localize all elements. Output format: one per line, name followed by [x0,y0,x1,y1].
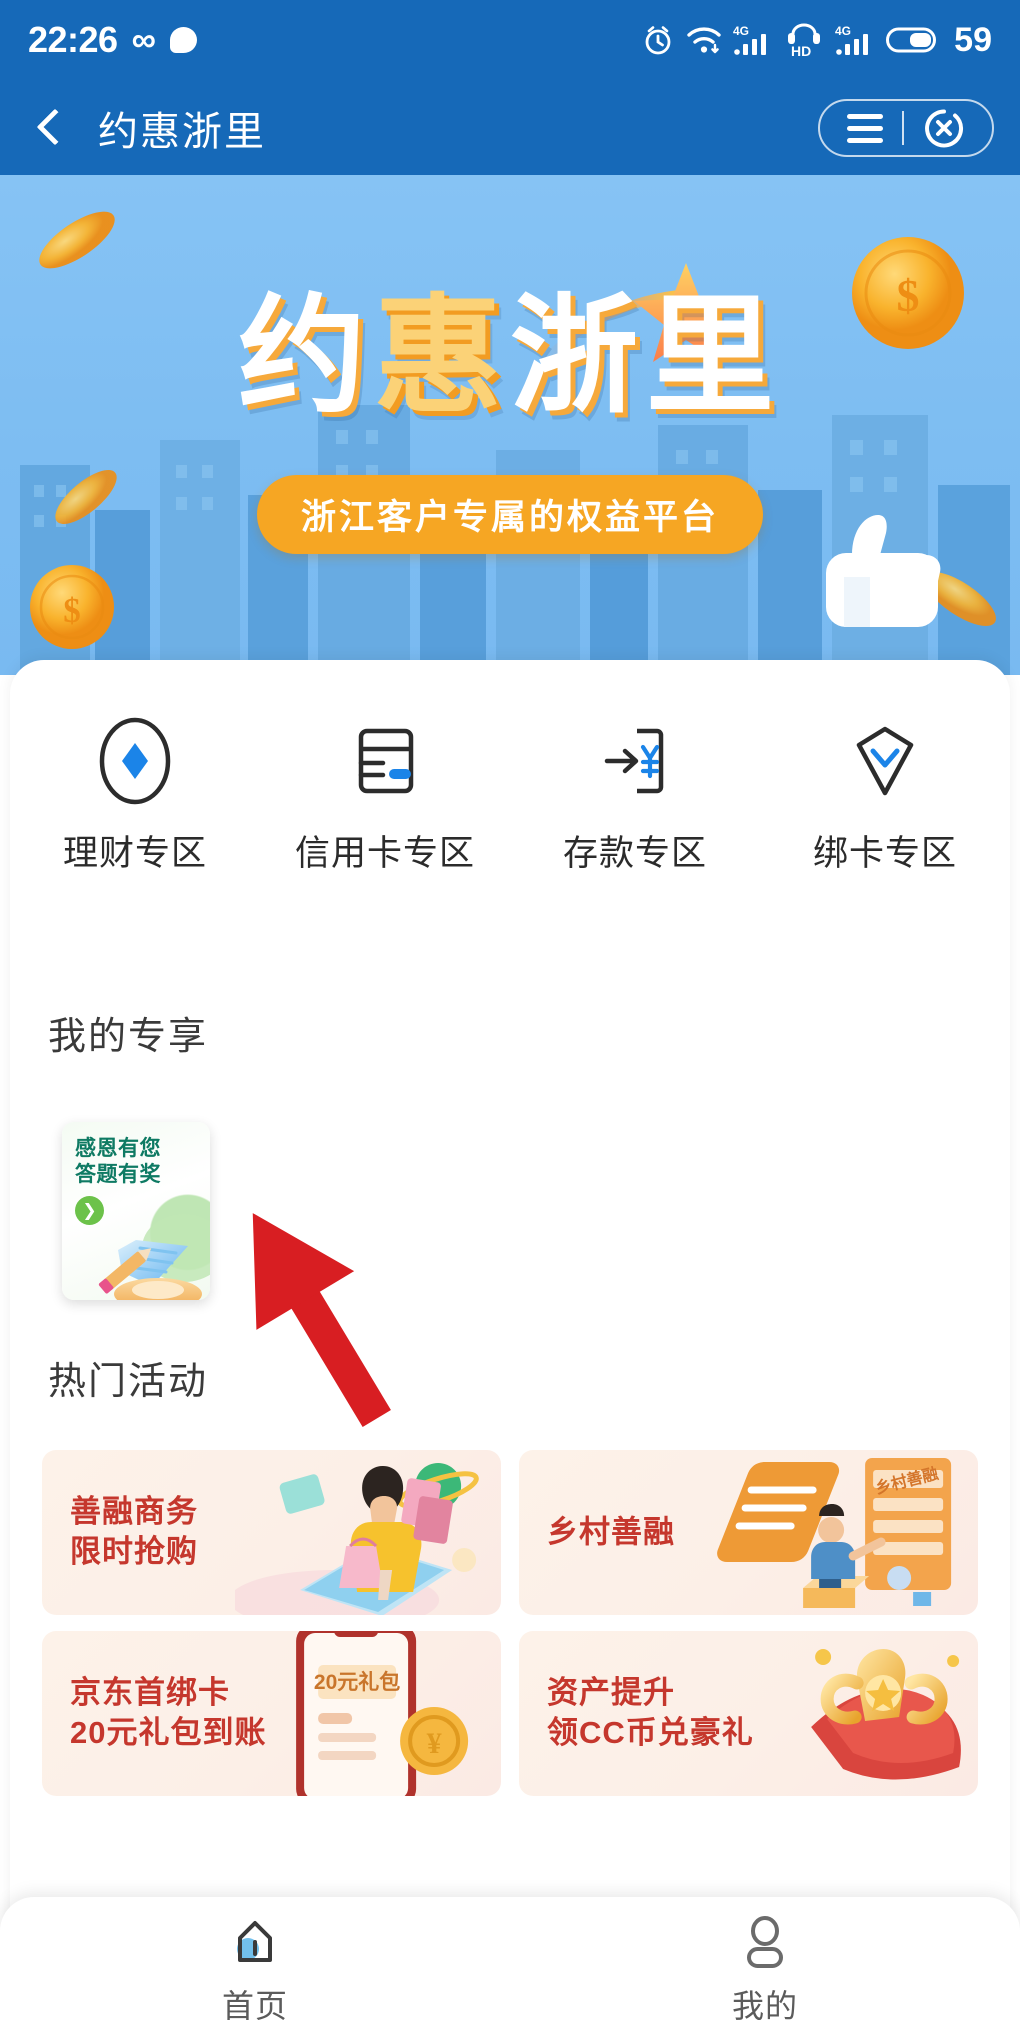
my-exclusive-card[interactable]: 感恩有您 答题有奖 ❯ [62,1122,210,1300]
card-headline-line2: 答题有奖 [75,1163,161,1186]
content-sheet: 理财专区 信用卡专区 存款专区 绑卡专区 我的专享 感恩有您 答题有奖 ❯ 热门… [10,660,1010,1990]
quick-link-label: 信用卡专区 [294,834,475,873]
deposit-yen-icon [530,715,740,807]
banner-title-char-2: 惠 [373,285,510,428]
banner-title-group: 约惠浙里 [0,293,1020,421]
mobile-app-screen: 22:26 ∞ 4G HD 4G 59 约惠浙里 $ $ 约惠浙里 浙江客户专属… [0,0,1020,2040]
quick-link-finance[interactable]: 理财专区 [30,715,240,876]
hot-activity-line1: 乡村善融 [547,1514,675,1550]
hot-activity-card[interactable]: 20元礼包 ¥ 京东首绑卡 20元礼包到账 [42,1631,501,1796]
wifi-icon [687,27,721,54]
shopping-woman-art [234,1463,479,1615]
page-title: 约惠浙里 [98,109,266,154]
pill-divider [902,111,904,145]
quick-link-label: 理财专区 [62,834,207,873]
bind-card-diamond-icon [780,715,990,807]
hot-activity-text: 京东首绑卡 20元礼包到账 [70,1673,266,1755]
hot-activity-text: 善融商务 限时抢购 [70,1492,198,1574]
quick-link-bind-card[interactable]: 绑卡专区 [780,715,990,876]
battery-level: 59 [954,20,992,59]
close-icon[interactable] [921,105,967,151]
user-icon [510,1911,1020,1973]
village-finance-art: 乡村善融 [716,1458,951,1608]
home-icon [0,1911,510,1973]
hot-activity-line2: 领CC币兑豪礼 [547,1715,754,1751]
hot-activity-card[interactable]: 善融商务 限时抢购 [42,1450,501,1615]
banner-title-char-4: 里 [646,285,783,428]
svg-text:$: $ [63,591,81,630]
hot-activities-grid: 善融商务 限时抢购 乡村善融 乡村善融 20元礼包 ¥ 京东首绑卡 20元礼包到… [42,1450,978,1796]
infinity-icon: ∞ [131,21,156,59]
status-time: 22:26 [28,19,118,60]
nav-item-profile[interactable]: 我的 [510,1911,1020,2027]
status-bar-right: 4G HD 4G 59 [641,21,992,60]
hot-activity-line2: 限时抢购 [70,1534,198,1570]
hot-activity-text: 资产提升 领CC币兑豪礼 [547,1673,754,1755]
card-headline-line1: 感恩有您 [75,1137,161,1160]
quiz-illustration-art [98,1214,210,1300]
battery-icon [886,27,937,53]
hot-activity-line2: 20元礼包到账 [70,1715,267,1751]
status-bar: 22:26 ∞ 4G HD 4G 59 [0,0,1020,80]
hot-activity-line1: 善融商务 [70,1493,198,1529]
banner-subtitle: 浙江客户专属的权益平台 [256,475,764,554]
svg-text:4G: 4G [835,24,851,38]
section-title-hot-activities: 热门活动 [48,1361,209,1403]
finance-diamond-icon [30,715,240,807]
svg-text:HD: HD [791,43,811,57]
status-bar-left: 22:26 ∞ [28,19,197,61]
hot-activity-card[interactable]: 资产提升 领CC币兑豪礼 [519,1631,978,1796]
section-title-my-exclusive: 我的专享 [48,1016,209,1058]
hd-icon: HD [788,23,821,57]
alarm-icon [645,26,671,55]
banner-title-char-1: 约 [237,285,374,428]
header-action-pill [818,99,994,157]
chat-bubble-icon [169,27,197,53]
bottom-navigation: 首页 我的 [0,1897,1020,2040]
credit-card-icon [280,715,490,807]
signal-4g-secondary-icon: 4G [835,24,869,55]
svg-text:¥: ¥ [426,1727,441,1760]
quick-links-row: 理财专区 信用卡专区 存款专区 绑卡专区 [10,715,1010,876]
svg-text:20元礼包: 20元礼包 [314,1670,400,1694]
card-arrow-icon[interactable]: ❯ [75,1196,104,1225]
signal-4g-icon: 4G [733,24,767,55]
nav-item-label: 我的 [731,1987,798,2024]
svg-text:4G: 4G [733,24,749,38]
menu-icon[interactable] [845,113,885,143]
nav-item-label: 首页 [221,1987,288,2024]
hot-activity-line1: 资产提升 [547,1674,675,1710]
quick-link-credit-card[interactable]: 信用卡专区 [280,715,490,876]
quick-link-label: 存款专区 [562,834,707,873]
hero-banner[interactable]: $ $ 约惠浙里 浙江客户专属的权益平台 [0,175,1020,675]
banner-title: 约惠浙里 [0,293,1020,421]
hot-activity-line1: 京东首绑卡 [70,1674,230,1710]
banner-title-char-3: 浙 [510,285,647,428]
hot-activity-text: 乡村善融 [547,1512,675,1553]
back-arrow-icon[interactable] [26,105,72,151]
nav-item-home[interactable]: 首页 [0,1911,510,2027]
hot-activity-card[interactable]: 乡村善融 乡村善融 [519,1450,978,1615]
phone-gift-art: 20元礼包 ¥ [295,1631,468,1796]
app-header: 约惠浙里 [0,80,1020,175]
quick-link-label: 绑卡专区 [812,834,957,873]
quick-link-deposit[interactable]: 存款专区 [530,715,740,876]
